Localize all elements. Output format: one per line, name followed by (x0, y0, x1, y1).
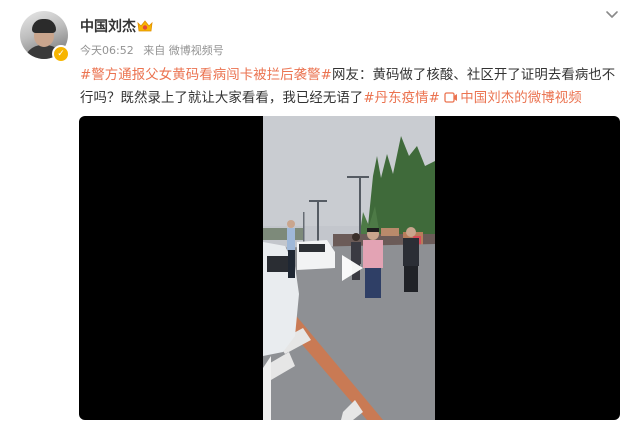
weibo-post-card: ✓ 中国刘杰 今天06:52 来自 微博视频号 #警方通报父女黄码看病闯卡被拦后… (0, 0, 638, 425)
play-icon[interactable] (330, 248, 370, 288)
post-source[interactable]: 微博视频号 (169, 44, 224, 57)
avatar-hair (32, 19, 56, 33)
video-player[interactable] (79, 116, 620, 420)
source-prefix: 来自 (143, 44, 166, 57)
video-link[interactable]: 中国刘杰的微博视频 (444, 91, 582, 106)
hashtag-link[interactable]: #警方通报父女黄码看病闯卡被拦后袭警# (80, 68, 332, 83)
post-time[interactable]: 今天06:52 (80, 44, 134, 57)
hashtag-link[interactable]: #丹东疫情# (363, 91, 440, 106)
chevron-down-icon[interactable] (604, 8, 620, 22)
username[interactable]: 中国刘杰 (80, 17, 136, 37)
video-link-icon (444, 92, 458, 103)
video-link-label[interactable]: 中国刘杰的微博视频 (460, 91, 581, 106)
verified-badge-icon: ✓ (52, 45, 70, 63)
post-text: #警方通报父女黄码看病闯卡被拦后袭警#网友：黄码做了核酸、社区开了证明去看病也不… (80, 64, 620, 110)
post-meta: 今天06:52 来自 微博视频号 (80, 43, 224, 59)
vip-member-icon[interactable] (136, 19, 154, 34)
